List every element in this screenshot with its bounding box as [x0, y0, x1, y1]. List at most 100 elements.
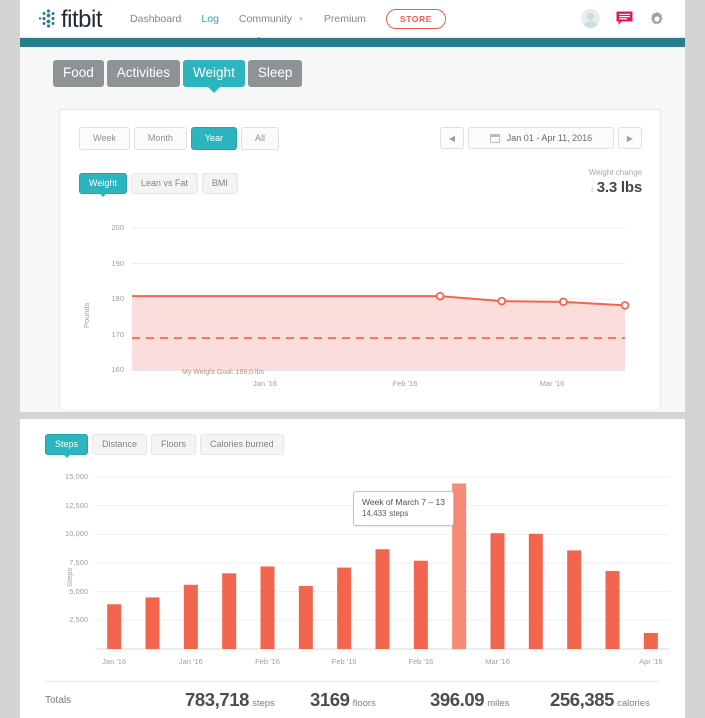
total-calories-value: 256,385	[550, 689, 615, 710]
metric-calories-burned[interactable]: Calories burned	[200, 434, 284, 455]
tab-activities-label: Activities	[116, 65, 171, 80]
steps-x-tick: Jan '16	[102, 657, 127, 666]
steps-y-axis-title: Steps	[65, 567, 74, 587]
steps-x-tick: Feb '16	[255, 657, 280, 666]
total-floors-unit: floors	[352, 698, 376, 709]
range-selector: Week Month Year All	[79, 127, 283, 150]
total-calories: 256,385 calories	[550, 689, 650, 711]
metric-steps[interactable]: Steps	[45, 434, 89, 458]
weight-y-tick: 190	[111, 258, 124, 268]
totals-label: Totals	[45, 694, 72, 706]
store-button[interactable]: STORE	[385, 8, 447, 29]
metric-lean-vs-fat[interactable]: Lean vs Fat	[130, 173, 198, 194]
weight-x-tick: Mar '16	[539, 379, 565, 388]
weight-y-tick: 200	[111, 223, 124, 232]
steps-y-tick: 12,500	[65, 500, 88, 510]
range-week[interactable]: Week	[79, 127, 130, 150]
avatar-icon[interactable]	[581, 9, 600, 28]
weight-change-summary: Weight change ↓ 3.3 lbs	[589, 168, 642, 196]
steps-y-tick: 7,500	[69, 558, 88, 567]
metric-floors[interactable]: Floors	[151, 434, 197, 455]
weight-x-tick: Feb '16	[392, 379, 418, 388]
nav-item-dashboard[interactable]: Dashboard	[130, 13, 181, 25]
fitbit-wordmark: fitbit	[61, 5, 103, 33]
total-miles: 396.09 miles	[430, 689, 509, 711]
tab-sleep-label: Sleep	[257, 65, 293, 80]
tab-weight[interactable]: Weight	[183, 60, 245, 92]
total-miles-unit: miles	[487, 698, 510, 709]
date-range-text: Jan 01 - Apr 11, 2016	[506, 133, 593, 143]
totals-row: Totals 783,718 steps 3169 floors 396.09 mil…	[45, 681, 660, 718]
tab-activities[interactable]: Activities	[106, 60, 181, 87]
date-range-display[interactable]: Jan 01 - Apr 11, 2016	[468, 127, 614, 149]
tab-sleep[interactable]: Sleep	[247, 60, 303, 87]
steps-x-tick: Apr '16	[639, 657, 663, 666]
steps-panel: Steps Distance Floors Calories burned St…	[20, 419, 685, 718]
date-navigator: ◀ Jan 01 - Apr 11, 2016 ▶	[440, 127, 642, 149]
metric-bmi[interactable]: BMI	[201, 173, 238, 194]
range-month[interactable]: Month	[133, 127, 187, 150]
message-icon[interactable]	[616, 11, 633, 26]
tooltip-value-wrap: 14,433 steps	[362, 508, 445, 519]
fitbit-dots-icon	[38, 9, 57, 28]
total-steps: 783,718 steps	[185, 689, 275, 711]
nav-item-log[interactable]: Log	[201, 13, 219, 25]
total-floors: 3169 floors	[310, 689, 376, 711]
steps-y-tick: 5,000	[69, 586, 88, 596]
total-calories-unit: calories	[617, 698, 650, 709]
log-tabs: Food Activities Weight Sleep	[53, 60, 303, 92]
metric-weight[interactable]: Weight	[79, 173, 127, 197]
weight-change-value-wrap: ↓ 3.3 lbs	[589, 179, 642, 196]
fitbit-log-page: fitbit Dashboard Log Community ▼ Premium…	[0, 0, 705, 718]
steps-metric-tabs: Steps Distance Floors Calories burned	[45, 434, 284, 458]
weight-change-label: Weight change	[588, 168, 642, 177]
nav-item-premium[interactable]: Premium	[324, 13, 366, 25]
weight-card: Week Month Year All ◀ Jan 01 - Apr 11, 2…	[59, 109, 661, 409]
steps-y-tick: 15,000	[65, 472, 88, 481]
weight-goal-label: My Weight Goal: 169.0 lbs	[182, 369, 264, 376]
nav-accent-bar	[20, 38, 685, 47]
weight-y-tick: 160	[111, 365, 124, 374]
steps-x-tick: Jan '16	[178, 657, 203, 666]
steps-tooltip: Week of March 7 – 13 14,433 steps	[353, 491, 454, 526]
gear-icon[interactable]	[649, 11, 665, 27]
tooltip-unit: steps	[389, 509, 409, 518]
weight-change-value: 3.3 lbs	[596, 179, 642, 196]
nav-label-premium: Premium	[323, 12, 366, 25]
steps-x-tick: Mar '16	[485, 657, 510, 666]
range-year[interactable]: Year	[190, 127, 238, 150]
total-floors-value: 3169	[310, 689, 350, 710]
date-prev-button[interactable]: ◀	[440, 127, 464, 149]
steps-y-tick: 2,500	[69, 615, 88, 625]
metric-distance[interactable]: Distance	[92, 434, 148, 455]
weight-panel: Food Activities Weight Sleep Week Month …	[20, 47, 685, 419]
panel-divider	[0, 412, 705, 419]
steps-x-tick: Feb '16	[408, 657, 434, 666]
tooltip-title: Week of March 7 – 13	[362, 497, 445, 507]
range-all[interactable]: All	[241, 127, 280, 150]
down-arrow-icon: ↓	[589, 183, 595, 195]
tab-food-label: Food	[63, 65, 94, 80]
nav-right-icons	[581, 9, 665, 28]
steps-x-tick: Feb '16	[331, 657, 357, 666]
date-next-button[interactable]: ▶	[618, 127, 642, 149]
primary-nav: Dashboard Log Community ▼ Premium	[130, 13, 366, 25]
nav-label-dashboard: Dashboard	[130, 12, 182, 25]
nav-label-log: Log	[201, 12, 219, 25]
tab-weight-label: Weight	[193, 65, 235, 80]
weight-line-chart: Pounds 160 170 180 190 200 Jan '16 Feb '16 Mar…	[60, 210, 662, 410]
fitbit-logo[interactable]: fitbit	[38, 5, 103, 33]
chevron-down-icon: ▼	[297, 16, 304, 23]
weight-y-axis-title: Pounds	[82, 302, 91, 328]
tab-food[interactable]: Food	[53, 60, 104, 87]
weight-y-tick: 180	[111, 294, 124, 303]
calendar-icon	[489, 133, 500, 143]
tooltip-value: 14,433	[362, 509, 387, 518]
nav-item-community[interactable]: Community ▼	[239, 13, 304, 25]
total-steps-unit: steps	[252, 698, 275, 709]
total-steps-value: 783,718	[185, 689, 250, 710]
top-navigation-bar: fitbit Dashboard Log Community ▼ Premium…	[20, 0, 685, 46]
weight-x-tick: Jan '16	[253, 379, 277, 388]
steps-bar-chart: Steps 2,500 5,000 7,500 10,000 12,500 15,000 …	[20, 459, 685, 689]
steps-y-tick: 10,000	[65, 529, 88, 539]
